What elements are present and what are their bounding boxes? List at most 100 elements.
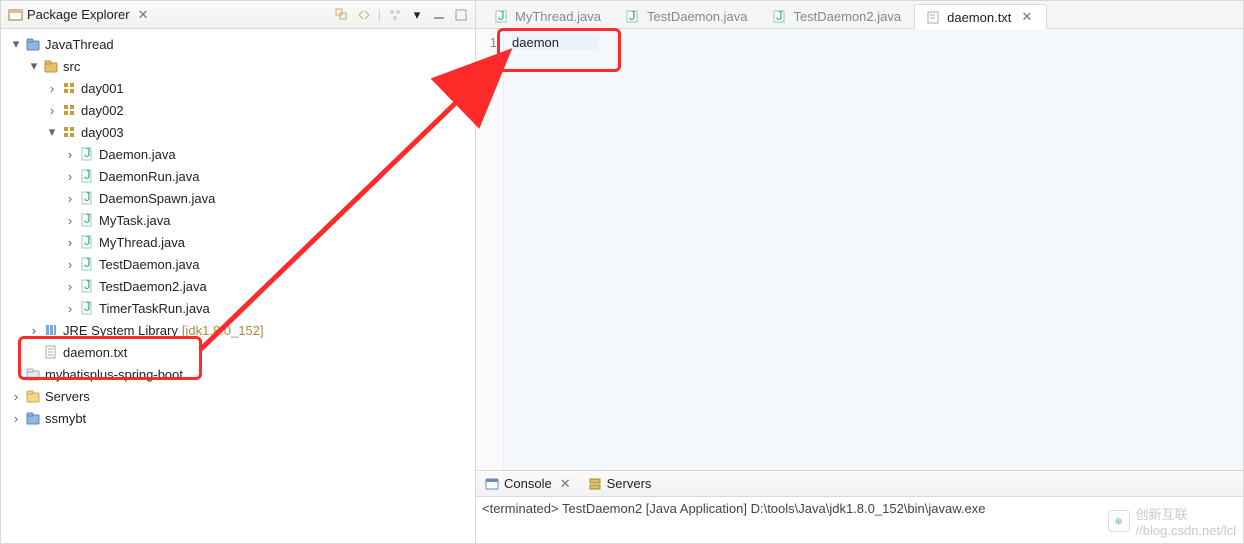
tree-package-day003[interactable]: ▾ day003: [3, 121, 475, 143]
editor-body[interactable]: 1 daemon: [476, 29, 1243, 470]
tree-project-javathread[interactable]: ▾ JavaThread: [3, 33, 475, 55]
tree-project-ssmybt[interactable]: › ssmybt: [3, 407, 475, 429]
jre-version: [jdk1.8.0_152]: [180, 323, 264, 338]
filter-icon[interactable]: [387, 7, 403, 23]
java-file-icon: J: [493, 8, 509, 24]
tree-label: TimerTaskRun.java: [97, 301, 210, 316]
console-icon: [484, 476, 500, 492]
code-line: daemon: [512, 35, 599, 50]
close-tab-icon[interactable]: ✕: [1017, 9, 1036, 25]
svg-text:J: J: [84, 191, 91, 204]
tree-label: day002: [79, 103, 124, 118]
tree-label: mybatisplus-spring-boot: [43, 367, 183, 382]
svg-text:J: J: [84, 257, 91, 270]
java-file-icon: J: [79, 190, 95, 206]
editor-tab-testdaemon2[interactable]: J TestDaemon2.java: [760, 3, 912, 28]
text-file-icon: [43, 344, 59, 360]
tree-label: MyThread.java: [97, 235, 185, 250]
project-closed-icon: [25, 366, 41, 382]
tree-file[interactable]: ›JDaemonRun.java: [3, 165, 475, 187]
java-file-icon: J: [79, 278, 95, 294]
tree-file[interactable]: ›JDaemonSpawn.java: [3, 187, 475, 209]
link-with-editor-icon[interactable]: [356, 7, 372, 23]
svg-text:J: J: [776, 10, 783, 23]
toolbar-separator: |: [378, 7, 381, 22]
editor-content[interactable]: daemon: [504, 29, 1243, 470]
editor-gutter: 1: [476, 29, 504, 470]
servers-tab-label: Servers: [607, 476, 652, 491]
editor-tab-mythread[interactable]: J MyThread.java: [482, 3, 612, 28]
servers-icon: [587, 476, 603, 492]
tree-label: JavaThread: [43, 37, 114, 52]
svg-text:J: J: [84, 235, 91, 248]
bottom-panel-tabs: Console ✕ Servers: [476, 471, 1243, 497]
console-status: <terminated> TestDaemon2 [Java Applicati…: [482, 501, 985, 516]
close-icon[interactable]: ✕: [556, 476, 575, 492]
line-number: 1: [476, 35, 497, 50]
svg-text:J: J: [84, 279, 91, 292]
tree-file[interactable]: ›JTestDaemon.java: [3, 253, 475, 275]
package-explorer-title: Package Explorer: [27, 7, 130, 22]
svg-text:J: J: [629, 10, 636, 23]
java-project-icon: [25, 410, 41, 426]
console-tab-label: Console: [504, 476, 552, 491]
java-file-icon: J: [79, 168, 95, 184]
java-file-icon: J: [79, 256, 95, 272]
package-explorer-icon: [7, 7, 23, 23]
tab-label: MyThread.java: [515, 9, 601, 24]
tree-project-servers[interactable]: › Servers: [3, 385, 475, 407]
tree-file-daemon-txt[interactable]: daemon.txt: [3, 341, 475, 363]
tree-label: MyTask.java: [97, 213, 171, 228]
package-icon: [61, 102, 77, 118]
tree-label: Servers: [43, 389, 90, 404]
tree-jre-library[interactable]: › JRE System Library [jdk1.8.0_152]: [3, 319, 475, 341]
tree-src-folder[interactable]: ▾ src: [3, 55, 475, 77]
tree-file[interactable]: ›JTestDaemon2.java: [3, 275, 475, 297]
minimize-icon[interactable]: [431, 7, 447, 23]
tree-label: TestDaemon.java: [97, 257, 199, 272]
maximize-icon[interactable]: [453, 7, 469, 23]
servers-tab[interactable]: Servers: [587, 476, 652, 492]
tab-label: TestDaemon2.java: [793, 9, 901, 24]
tree-label: day001: [79, 81, 124, 96]
tree-package-day002[interactable]: › day002: [3, 99, 475, 121]
svg-text:J: J: [84, 301, 91, 314]
collapse-all-icon[interactable]: [334, 7, 350, 23]
tree-project-mybatisplus[interactable]: mybatisplus-spring-boot: [3, 363, 475, 385]
java-file-icon: J: [79, 300, 95, 316]
tree-label: TestDaemon2.java: [97, 279, 207, 294]
view-menu-icon[interactable]: ▾: [409, 7, 425, 23]
tree-label: Daemon.java: [97, 147, 176, 162]
tree-package-day001[interactable]: › day001: [3, 77, 475, 99]
tree-label: JRE System Library: [61, 323, 178, 338]
library-icon: [43, 322, 59, 338]
tree-file[interactable]: ›JMyThread.java: [3, 231, 475, 253]
svg-text:J: J: [498, 10, 505, 23]
tree-label: day003: [79, 125, 124, 140]
java-file-icon: J: [625, 8, 641, 24]
source-folder-icon: [43, 58, 59, 74]
java-file-icon: J: [771, 8, 787, 24]
tree-file[interactable]: ›JDaemon.java: [3, 143, 475, 165]
editor-tabs: J MyThread.java J TestDaemon.java J Test…: [476, 1, 1243, 29]
svg-text:J: J: [84, 169, 91, 182]
tree-label: src: [61, 59, 80, 74]
package-explorer-header: Package Explorer ✕ | ▾: [1, 1, 475, 29]
svg-text:J: J: [84, 147, 91, 160]
console-output[interactable]: <terminated> TestDaemon2 [Java Applicati…: [476, 497, 1243, 543]
tab-label: TestDaemon.java: [647, 9, 747, 24]
tree-label: DaemonRun.java: [97, 169, 199, 184]
close-icon[interactable]: ✕: [134, 7, 153, 23]
tree-file[interactable]: ›JMyTask.java: [3, 209, 475, 231]
tree-label: ssmybt: [43, 411, 86, 426]
editor-tab-daemon-txt[interactable]: daemon.txt ✕: [914, 4, 1047, 29]
svg-text:J: J: [84, 213, 91, 226]
console-tab[interactable]: Console ✕: [484, 476, 575, 492]
package-icon: [61, 80, 77, 96]
tree-file[interactable]: ›JTimerTaskRun.java: [3, 297, 475, 319]
java-file-icon: J: [79, 234, 95, 250]
editor-tab-testdaemon[interactable]: J TestDaemon.java: [614, 3, 758, 28]
tree-label: daemon.txt: [61, 345, 127, 360]
project-tree[interactable]: ▾ JavaThread ▾ src › day001 › day002 ▾: [1, 29, 475, 543]
java-file-icon: J: [79, 212, 95, 228]
